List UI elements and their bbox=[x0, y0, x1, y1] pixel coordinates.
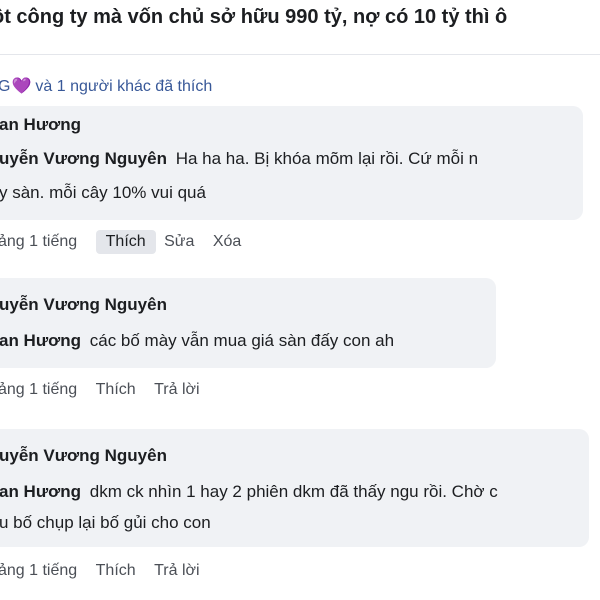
comment-text: dkm ck nhìn 1 hay 2 phiên dkm đã thấy ng… bbox=[89, 482, 498, 501]
like-button[interactable]: Thích bbox=[96, 381, 136, 399]
reply-to-name[interactable]: an Hương bbox=[0, 331, 81, 350]
comment-text-continued: u bố chụp lại bố gủi cho con bbox=[0, 513, 211, 532]
like-button[interactable]: Thích bbox=[95, 230, 156, 254]
edit-button[interactable]: Sửa bbox=[164, 233, 194, 251]
comment-actions: ảng 1 tiếng Thích Trả lời bbox=[0, 381, 214, 399]
reply-to-name[interactable]: an Hương bbox=[0, 482, 81, 501]
comment-bubble: uyễn Vương Nguyên an Hương các bố mày vẫ… bbox=[0, 278, 496, 368]
comment-body-line: uyễn Vương Nguyên Ha ha ha. Bị khóa mõm … bbox=[0, 148, 478, 170]
comment-bubble: an Hương uyễn Vương Nguyên Ha ha ha. Bị … bbox=[0, 106, 583, 220]
comment-author[interactable]: an Hương bbox=[0, 114, 81, 136]
comment-actions: ảng 1 tiếng Thích Sửa Xóa bbox=[0, 230, 255, 254]
comment-text: các bố mày vẫn mua giá sàn đấy con ah bbox=[89, 331, 395, 350]
reply-to-name[interactable]: uyễn Vương Nguyên bbox=[0, 149, 167, 168]
post-title: ột công ty mà vốn chủ sở hữu 990 tỷ, nợ … bbox=[0, 6, 508, 28]
comment-author[interactable]: uyễn Vương Nguyên bbox=[0, 294, 167, 316]
liker-name[interactable]: G bbox=[0, 78, 10, 95]
comment-body-line: an Hương các bố mày vẫn mua giá sàn đấy … bbox=[0, 330, 394, 352]
likes-text[interactable]: và 1 người khác đã thích bbox=[35, 78, 212, 95]
comment-text: Ha ha ha. Bị khóa mõm lại rồi. Cứ mỗi n bbox=[175, 149, 479, 168]
like-button[interactable]: Thích bbox=[96, 562, 136, 580]
reply-button[interactable]: Trả lời bbox=[154, 562, 199, 580]
reply-button[interactable]: Trả lời bbox=[154, 381, 199, 399]
comment-text-continued: y sàn. mỗi cây 10% vui quá bbox=[0, 183, 206, 202]
comment-time[interactable]: ảng 1 tiếng bbox=[0, 233, 77, 251]
comment-time[interactable]: ảng 1 tiếng bbox=[0, 381, 77, 399]
comment-bubble: uyễn Vương Nguyên an Hương dkm ck nhìn 1… bbox=[0, 429, 589, 547]
comment-body-line: an Hương dkm ck nhìn 1 hay 2 phiên dkm đ… bbox=[0, 481, 498, 503]
comment-author[interactable]: uyễn Vương Nguyên bbox=[0, 445, 167, 467]
comment-thread: ột công ty mà vốn chủ sở hữu 990 tỷ, nợ … bbox=[0, 0, 600, 600]
divider bbox=[0, 54, 600, 55]
delete-button[interactable]: Xóa bbox=[213, 233, 241, 251]
comment-time[interactable]: ảng 1 tiếng bbox=[0, 562, 77, 580]
comment-actions: ảng 1 tiếng Thích Trả lời bbox=[0, 562, 214, 580]
likes-summary[interactable]: G💜 và 1 người khác đã thích bbox=[0, 76, 212, 96]
purple-heart-icon: 💜 bbox=[11, 78, 32, 95]
